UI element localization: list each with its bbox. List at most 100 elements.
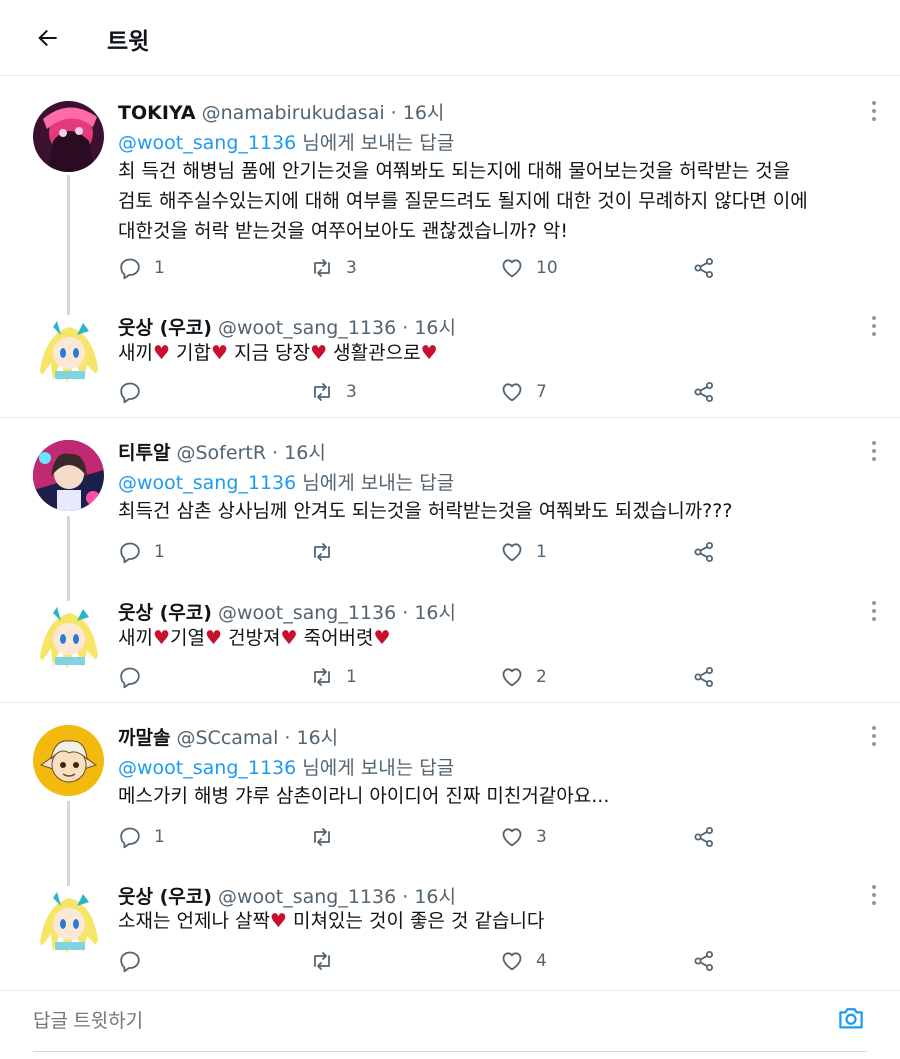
- reply-button[interactable]: 1: [118, 537, 165, 567]
- heart-emoji: ♥: [152, 342, 171, 364]
- reply-input[interactable]: [33, 1011, 793, 1033]
- text-segment: 죽어버렷: [297, 627, 374, 649]
- camera-button[interactable]: [836, 1003, 866, 1033]
- retweet-button[interactable]: 3: [310, 377, 357, 407]
- share-button[interactable]: [692, 822, 716, 852]
- user-handle[interactable]: @woot_sang_1136: [218, 602, 396, 624]
- share-button[interactable]: [692, 537, 716, 567]
- replying-to-label: 님에게 보내는 답글: [296, 757, 455, 779]
- user-handle[interactable]: @namabirukudasai: [202, 102, 385, 124]
- reply-button[interactable]: [118, 662, 154, 692]
- more-options-button[interactable]: [864, 314, 884, 338]
- reply-count: 1: [154, 258, 165, 278]
- tweet-header: 웃상 (우코) @woot_sang_1136 · 16시: [118, 598, 456, 625]
- tweet[interactable]: TOKIYA @namabirukudasai · 16시 @woot_sang…: [0, 77, 900, 302]
- mention-link[interactable]: @woot_sang_1136: [118, 757, 296, 779]
- conversation-thread: 티투알 @SofertR · 16시 @woot_sang_1136 님에게 보…: [0, 418, 900, 703]
- text-segment: 건방져: [222, 627, 281, 649]
- heart-emoji: ♥: [373, 627, 391, 649]
- like-button[interactable]: 2: [500, 662, 547, 692]
- tweet-actions: 4: [118, 946, 858, 976]
- tweet-header: 까말솔 @SCcamal · 16시: [118, 723, 338, 750]
- more-options-button[interactable]: [864, 99, 884, 123]
- retweet-button[interactable]: [310, 537, 346, 567]
- display-name[interactable]: 까말솔: [118, 727, 170, 749]
- share-button[interactable]: [692, 662, 716, 692]
- text-segment: 기합: [170, 342, 212, 364]
- like-button[interactable]: 1: [500, 537, 547, 567]
- display-name[interactable]: 웃상 (우코): [118, 602, 212, 624]
- like-button[interactable]: 4: [500, 946, 547, 976]
- timestamp[interactable]: 16시: [403, 102, 445, 124]
- tweet[interactable]: 웃상 (우코) @woot_sang_1136 · 16시 새끼♥ 기합♥ 지금…: [0, 302, 900, 418]
- retweet-count: 3: [346, 382, 357, 402]
- reply-icon: [120, 542, 140, 564]
- reply-button[interactable]: 1: [118, 822, 165, 852]
- like-button[interactable]: 3: [500, 822, 547, 852]
- replying-to: @woot_sang_1136 님에게 보내는 답글: [118, 468, 454, 495]
- display-name[interactable]: 웃상 (우코): [118, 886, 212, 908]
- avatar[interactable]: [33, 315, 104, 386]
- heart-icon: [502, 259, 522, 278]
- conversation-thread: TOKIYA @namabirukudasai · 16시 @woot_sang…: [0, 77, 900, 418]
- avatar[interactable]: [33, 886, 104, 957]
- more-options-button[interactable]: [864, 439, 884, 463]
- timestamp[interactable]: 16시: [284, 442, 326, 464]
- display-name[interactable]: 웃상 (우코): [118, 317, 212, 339]
- display-name[interactable]: TOKIYA: [118, 102, 196, 124]
- user-handle[interactable]: @woot_sang_1136: [218, 317, 396, 339]
- timestamp[interactable]: 16시: [414, 886, 456, 908]
- tweet[interactable]: 까말솔 @SCcamal · 16시 @woot_sang_1136 님에게 보…: [0, 703, 900, 873]
- reply-button[interactable]: [118, 377, 154, 407]
- tweet[interactable]: 티투알 @SofertR · 16시 @woot_sang_1136 님에게 보…: [0, 418, 900, 588]
- avatar[interactable]: [33, 725, 104, 796]
- reply-composer: [0, 990, 900, 1059]
- more-options-button[interactable]: [864, 599, 884, 623]
- conversation-thread: 까말솔 @SCcamal · 16시 @woot_sang_1136 님에게 보…: [0, 703, 900, 990]
- text-segment: 지금 당장: [228, 342, 311, 364]
- separator: ·: [396, 602, 415, 624]
- more-options-button[interactable]: [864, 724, 884, 748]
- retweet-button[interactable]: [310, 822, 346, 852]
- heart-icon: [502, 668, 522, 687]
- timestamp[interactable]: 16시: [296, 727, 338, 749]
- tweet[interactable]: 웃상 (우코) @woot_sang_1136 · 16시 새끼♥기열♥ 건방져…: [0, 588, 900, 703]
- heart-emoji: ♥: [211, 342, 229, 364]
- like-count: 7: [536, 382, 547, 402]
- tweet-header: 티투알 @SofertR · 16시: [118, 438, 326, 465]
- heart-icon: [502, 828, 522, 847]
- timestamp[interactable]: 16시: [414, 602, 456, 624]
- retweet-icon: [314, 543, 330, 561]
- timestamp[interactable]: 16시: [414, 317, 456, 339]
- reply-button[interactable]: [118, 946, 154, 976]
- more-options-button[interactable]: [864, 883, 884, 907]
- share-icon: [694, 951, 713, 971]
- reply-icon: [120, 827, 140, 849]
- like-count: 1: [536, 542, 547, 562]
- share-button[interactable]: [692, 377, 716, 407]
- tweet-text: 새끼♥기열♥ 건방져♥ 죽어버렷♥: [118, 623, 858, 653]
- like-button[interactable]: 10: [500, 253, 558, 283]
- share-button[interactable]: [692, 946, 716, 976]
- back-button[interactable]: [30, 20, 66, 56]
- mention-link[interactable]: @woot_sang_1136: [118, 132, 296, 154]
- text-segment: 소재는 언제나 살짝: [118, 910, 270, 932]
- user-handle[interactable]: @SCcamal: [177, 727, 279, 749]
- retweet-button[interactable]: 3: [310, 253, 357, 283]
- text-segment: 새끼: [118, 627, 153, 649]
- like-button[interactable]: 7: [500, 377, 547, 407]
- display-name[interactable]: 티투알: [118, 442, 170, 464]
- retweet-button[interactable]: [310, 946, 346, 976]
- user-handle[interactable]: @SofertR: [177, 442, 267, 464]
- mention-link[interactable]: @woot_sang_1136: [118, 472, 296, 494]
- heart-emoji: ♥: [204, 627, 223, 649]
- avatar[interactable]: [33, 101, 104, 172]
- user-handle[interactable]: @woot_sang_1136: [218, 886, 396, 908]
- tweet[interactable]: 웃상 (우코) @woot_sang_1136 · 16시 소재는 언제나 살짝…: [0, 873, 900, 990]
- reply-button[interactable]: 1: [118, 253, 165, 283]
- retweet-button[interactable]: 1: [310, 662, 357, 692]
- avatar[interactable]: [33, 601, 104, 672]
- share-button[interactable]: [692, 253, 716, 283]
- share-icon: [694, 258, 713, 278]
- avatar[interactable]: [33, 440, 104, 511]
